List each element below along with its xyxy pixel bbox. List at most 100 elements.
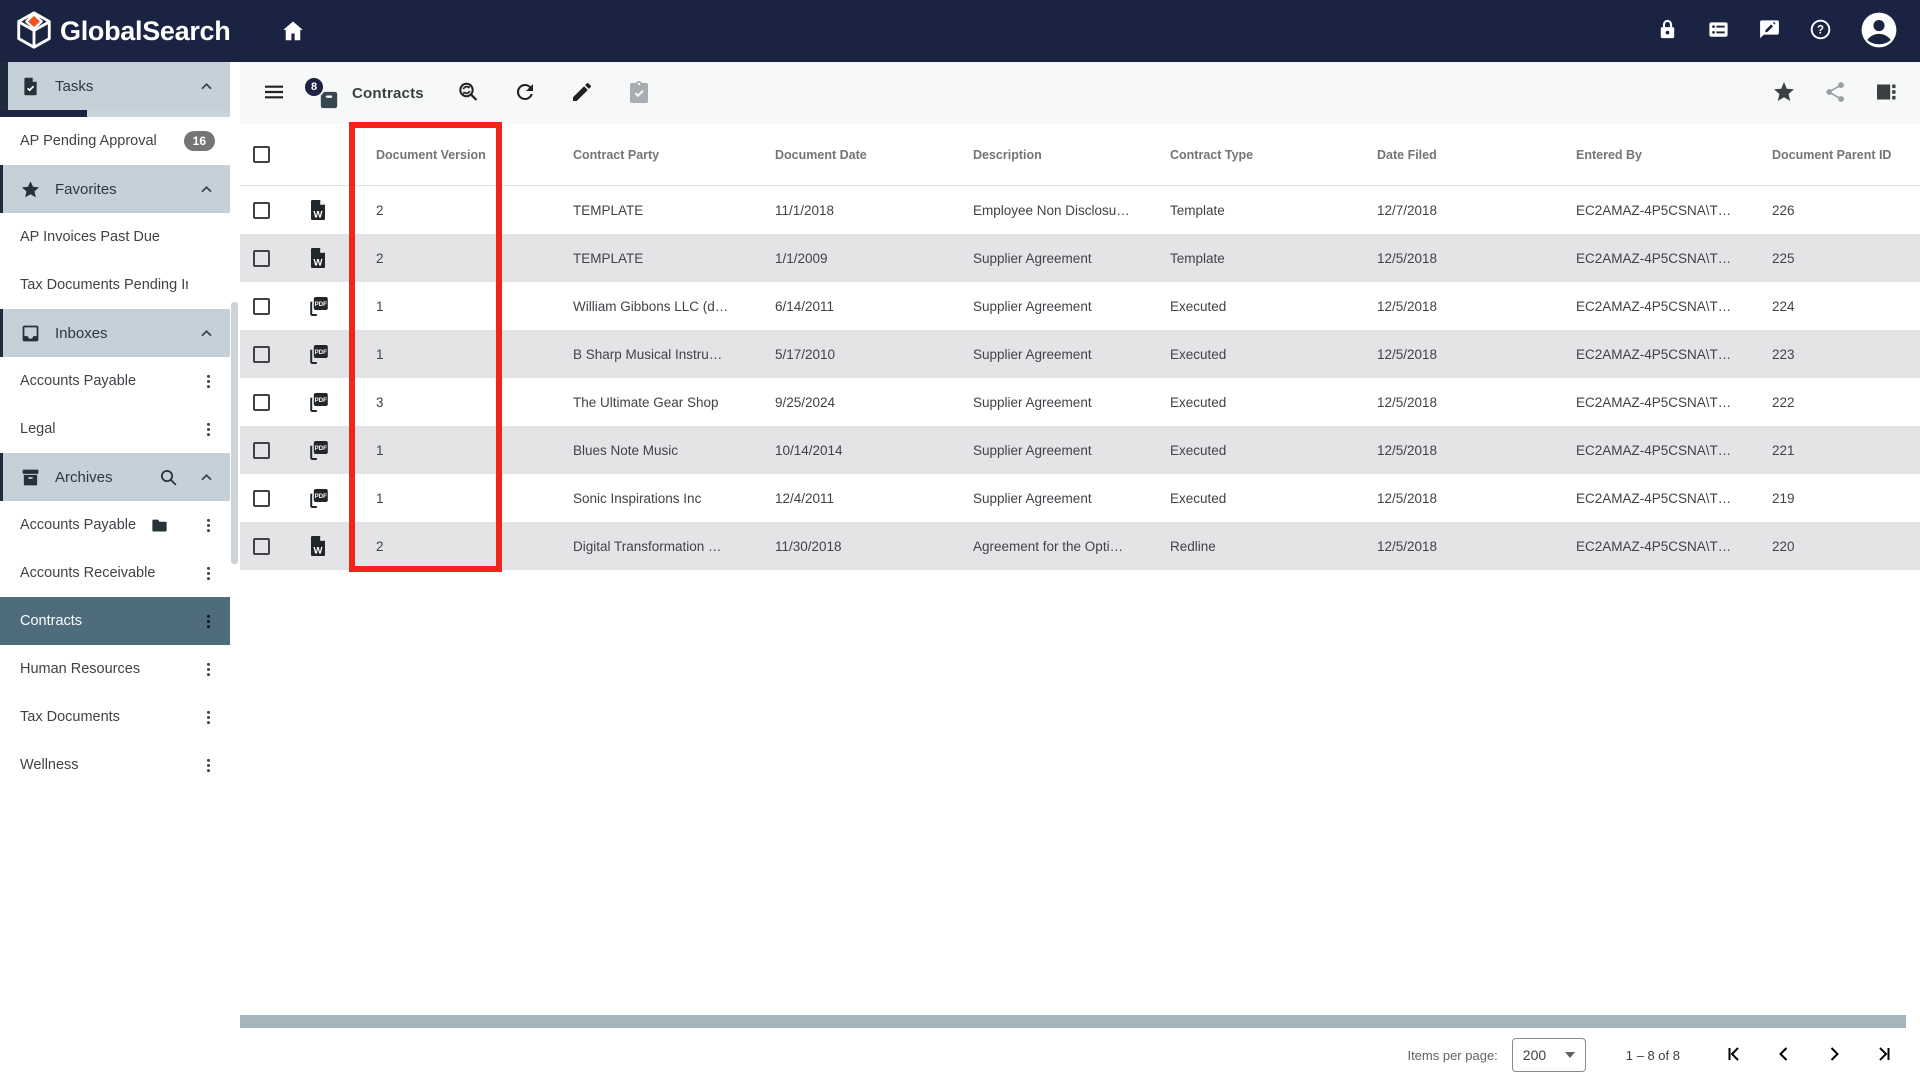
row-checkbox[interactable] [253,249,270,267]
cell-parent-id: 226 [1772,202,1795,218]
row-checkbox[interactable] [253,537,270,555]
cell-date: 11/1/2018 [775,202,835,218]
row-checkbox[interactable] [253,345,270,363]
view-columns-button[interactable] [1874,80,1898,107]
select-all-checkbox[interactable] [253,146,270,163]
feedback-button[interactable] [1758,18,1781,44]
cell-version: 2 [376,202,384,218]
row-checkbox[interactable] [253,489,270,507]
column-header-date-filed[interactable]: Date Filed [1353,148,1552,162]
sidebar-section-tasks[interactable]: Tasks [0,62,230,110]
row-checkbox[interactable] [253,201,270,219]
archive-icon [20,467,41,488]
column-header-description[interactable]: Description [949,148,1146,162]
cell-description: Agreement for the Opti… [973,538,1124,554]
count-badge: 16 [183,131,215,151]
column-header-document-date[interactable]: Document Date [751,148,949,162]
menu-button[interactable] [262,80,286,107]
sidebar-item-contracts[interactable]: Contracts [0,597,230,645]
sidebar-scrollbar-thumb[interactable] [231,302,238,564]
sidebar-item-accounts-receivable[interactable]: Accounts Receivable [0,549,230,597]
chevron-left-icon [1772,1042,1796,1066]
sidebar-section-favorites[interactable]: Favorites [0,165,230,213]
table-row[interactable]: PDF 1 B Sharp Musical Instru… 5/17/2010 Supp… [240,330,1920,378]
cell-parent-id: 225 [1772,250,1795,266]
navbar-actions: ? [1656,11,1920,52]
main-panel: 8 Contracts Document Version Contract Par… [240,62,1920,1080]
table-row[interactable]: W 2 TEMPLATE 11/1/2018 Employee Non Disclosu… [240,186,1920,234]
chevron-up-icon [196,76,217,97]
sidebar-item-accounts-payable[interactable]: Accounts Payable [0,501,230,549]
cell-parent-id: 219 [1772,490,1795,506]
item-menu-button[interactable] [199,516,218,535]
item-menu-button[interactable] [199,756,218,775]
table-row[interactable]: PDF 1 Sonic Inspirations Inc 12/4/2011 Suppl… [240,474,1920,522]
sidebar-item-label: Tax Documents Pending Inde… [20,277,188,293]
cell-date-filed: 12/5/2018 [1377,538,1438,554]
help-button[interactable]: ? [1809,18,1832,44]
cell-contract-type: Executed [1170,298,1227,314]
table-row[interactable]: W 2 Digital Transformation … 11/30/2018 Agre… [240,522,1920,570]
lock-button[interactable] [1656,18,1679,44]
sidebar-item-wellness[interactable]: Wellness [0,741,230,789]
edit-button[interactable] [570,80,594,107]
next-page-button[interactable] [1822,1042,1846,1069]
sidebar-item-human-resources[interactable]: Human Resources [0,645,230,693]
first-page-button[interactable] [1722,1042,1746,1069]
tasks-progress-bar [0,110,230,117]
cell-entered-by: EC2AMAZ-4P5CSNA\T… [1576,394,1732,410]
cell-party: Sonic Inspirations Inc [573,490,702,506]
favorite-button[interactable] [1772,80,1796,107]
refresh-button[interactable] [513,80,537,107]
cell-entered-by: EC2AMAZ-4P5CSNA\T… [1576,298,1732,314]
column-header-entered-by[interactable]: Entered By [1552,148,1748,162]
column-header-contract-party[interactable]: Contract Party [549,148,751,162]
home-button[interactable] [280,18,306,44]
sidebar-item-tax-documents[interactable]: Tax Documents [0,693,230,741]
cell-date: 11/30/2018 [775,538,842,554]
search-again-button[interactable] [456,80,480,107]
edit-pencil-icon [570,80,594,104]
table-row[interactable]: W 2 TEMPLATE 1/1/2009 Supplier Agreement Temp… [240,234,1920,282]
previous-page-button[interactable] [1772,1042,1796,1069]
column-header-document-parent-id[interactable]: Document Parent ID [1748,148,1920,162]
horizontal-scrollbar[interactable] [240,1015,1906,1028]
sidebar-section-inboxes[interactable]: Inboxes [0,309,230,357]
view-list-button[interactable] [1707,18,1730,44]
sidebar-item-legal[interactable]: Legal [0,405,230,453]
item-menu-button[interactable] [199,564,218,583]
tasks-clipboard-button[interactable] [627,80,651,107]
sidebar-item-ap-pending-approval[interactable]: AP Pending Approval 16 [0,117,230,165]
chevron-up-icon [196,323,217,344]
cell-contract-type: Executed [1170,490,1227,506]
search-icon[interactable] [158,467,179,488]
sidebar-section-archives[interactable]: Archives [0,453,230,501]
item-menu-button[interactable] [199,372,218,391]
row-checkbox[interactable] [253,297,270,315]
last-page-button[interactable] [1872,1042,1896,1069]
section-label: Inboxes [55,324,108,342]
item-menu-button[interactable] [199,708,218,727]
items-per-page-select[interactable]: 200 [1511,1038,1586,1072]
column-header-document-version[interactable]: Document Version [352,148,549,162]
share-button[interactable] [1823,80,1847,107]
item-menu-button[interactable] [199,660,218,679]
sidebar-item-ap-invoices-past-due[interactable]: AP Invoices Past Due [0,213,230,261]
row-checkbox[interactable] [253,393,270,411]
sidebar-scrollbar[interactable] [230,62,239,1080]
svg-text:W: W [314,257,323,268]
item-menu-button[interactable] [199,612,218,631]
account-button[interactable] [1860,11,1898,52]
item-menu-button[interactable] [199,420,218,439]
view-column-icon [1874,80,1898,104]
svg-text:PDF: PDF [315,350,327,356]
row-checkbox[interactable] [253,441,270,459]
cell-parent-id: 224 [1772,298,1795,314]
table-row[interactable]: PDF 3 The Ultimate Gear Shop 9/25/2024 Suppl… [240,378,1920,426]
column-header-contract-type[interactable]: Contract Type [1146,148,1353,162]
table-row[interactable]: PDF 1 William Gibbons LLC (d… 6/14/2011 Supp… [240,282,1920,330]
table-row[interactable]: PDF 1 Blues Note Music 10/14/2014 Supplier A… [240,426,1920,474]
cell-contract-type: Redline [1170,538,1216,554]
sidebar-item-tax-documents-pending-inde[interactable]: Tax Documents Pending Inde… [0,261,230,309]
sidebar-item-accounts-payable[interactable]: Accounts Payable [0,357,230,405]
